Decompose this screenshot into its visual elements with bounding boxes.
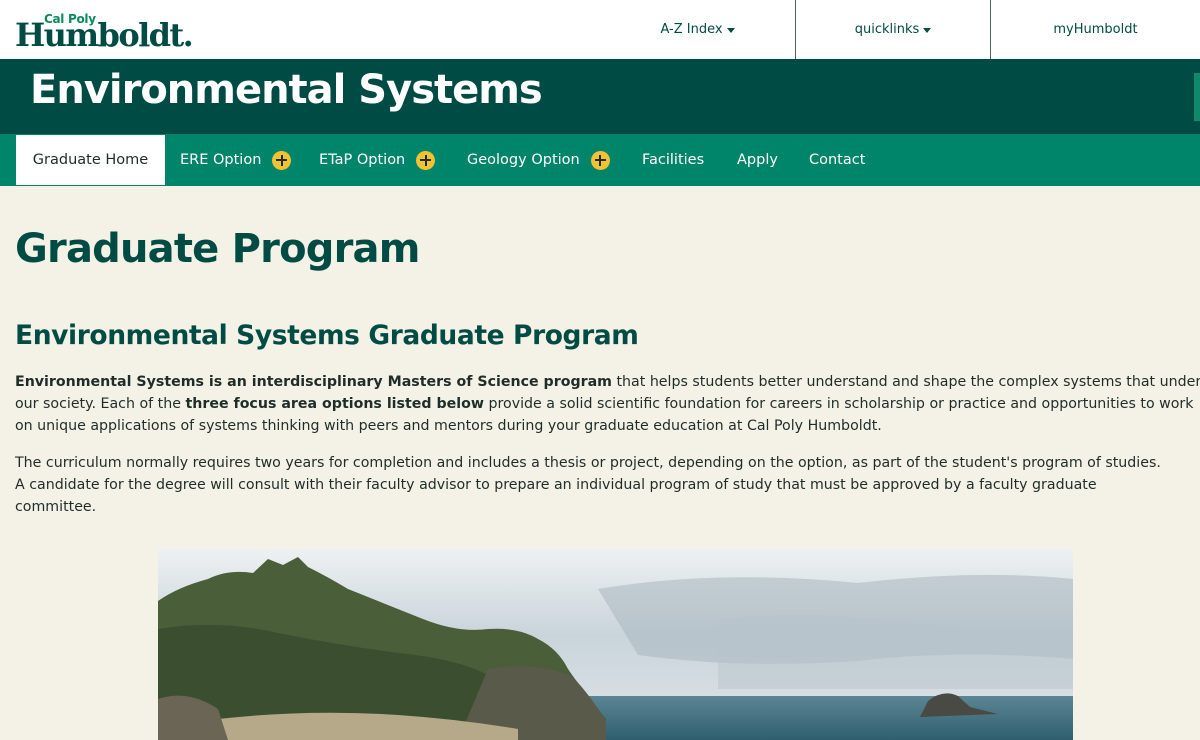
band-edge-accent: [1194, 73, 1200, 121]
intro-paragraph: Environmental Systems is an interdiscipl…: [15, 371, 1200, 437]
curriculum-paragraph: The curriculum normally requires two yea…: [15, 452, 1161, 518]
quicklinks-link[interactable]: quicklinks: [795, 0, 990, 59]
logo-big-text: Humboldt.: [15, 16, 194, 54]
nav-item-label: ERE Option: [180, 152, 262, 168]
body-text: that helps students better understand an…: [611, 374, 1200, 390]
site-title-band: Environmental Systems: [0, 59, 1200, 134]
nav-item-label: Graduate Home: [32, 152, 149, 168]
plus-circle-icon[interactable]: [590, 150, 610, 170]
bold-text: three focus area options listed below: [185, 396, 484, 412]
main-navigation: Graduate Home ERE Option ETaP Option Geo…: [0, 134, 1200, 186]
plus-circle-icon[interactable]: [272, 150, 292, 170]
nav-item-label: Facilities: [642, 152, 705, 168]
paragraph-line: A candidate for the degree will consult …: [15, 477, 1097, 493]
nav-item-geology-option[interactable]: Geology Option: [467, 134, 610, 186]
coastal-landscape-photo: [158, 549, 1073, 740]
nav-item-graduate-home[interactable]: Graduate Home: [16, 135, 165, 185]
nav-item-contact[interactable]: Contact: [809, 134, 865, 186]
nav-item-facilities[interactable]: Facilities: [642, 134, 704, 186]
nav-item-label: ETaP Option: [319, 152, 406, 168]
top-header: Cal Poly Humboldt. A-Z Index quicklinks …: [0, 0, 1200, 59]
plus-circle-icon[interactable]: [416, 150, 436, 170]
nav-item-label: Geology Option: [467, 152, 580, 168]
photo-illustration: [158, 549, 1073, 740]
ocean: [538, 696, 1073, 740]
nav-item-apply[interactable]: Apply: [737, 134, 778, 186]
a-z-index-link[interactable]: A-Z Index: [600, 0, 795, 59]
paragraph-line: Environmental Systems is an interdiscipl…: [15, 371, 1200, 393]
paragraph-line: committee.: [15, 499, 97, 515]
nav-item-ere-option[interactable]: ERE Option: [180, 134, 292, 186]
nav-item-label: Contact: [809, 152, 866, 168]
caret-down-icon: [726, 27, 735, 33]
section-title: Environmental Systems Graduate Program: [15, 320, 639, 351]
nav-item-etap-option[interactable]: ETaP Option: [319, 134, 436, 186]
site-title: Environmental Systems: [30, 67, 543, 113]
caret-down-icon: [923, 27, 932, 33]
body-text: provide a solid scientific foundation fo…: [483, 396, 1194, 412]
bold-text: Environmental Systems is an interdiscipl…: [15, 374, 612, 390]
myhumboldt-link[interactable]: myHumboldt: [990, 0, 1200, 59]
myhumboldt-label: myHumboldt: [1053, 22, 1138, 37]
paragraph-line: The curriculum normally requires two yea…: [15, 455, 1161, 471]
body-text: our society. Each of the: [15, 396, 186, 412]
nav-item-label: Apply: [737, 152, 778, 168]
paragraph-line: our society. Each of the three focus are…: [15, 393, 1200, 415]
a-z-index-label: A-Z Index: [660, 22, 723, 37]
cal-poly-humboldt-logo[interactable]: Cal Poly Humboldt.: [15, 12, 195, 52]
page-title: Graduate Program: [15, 226, 420, 272]
quicklinks-label: quicklinks: [854, 22, 920, 37]
paragraph-line: on unique applications of systems thinki…: [15, 418, 882, 434]
